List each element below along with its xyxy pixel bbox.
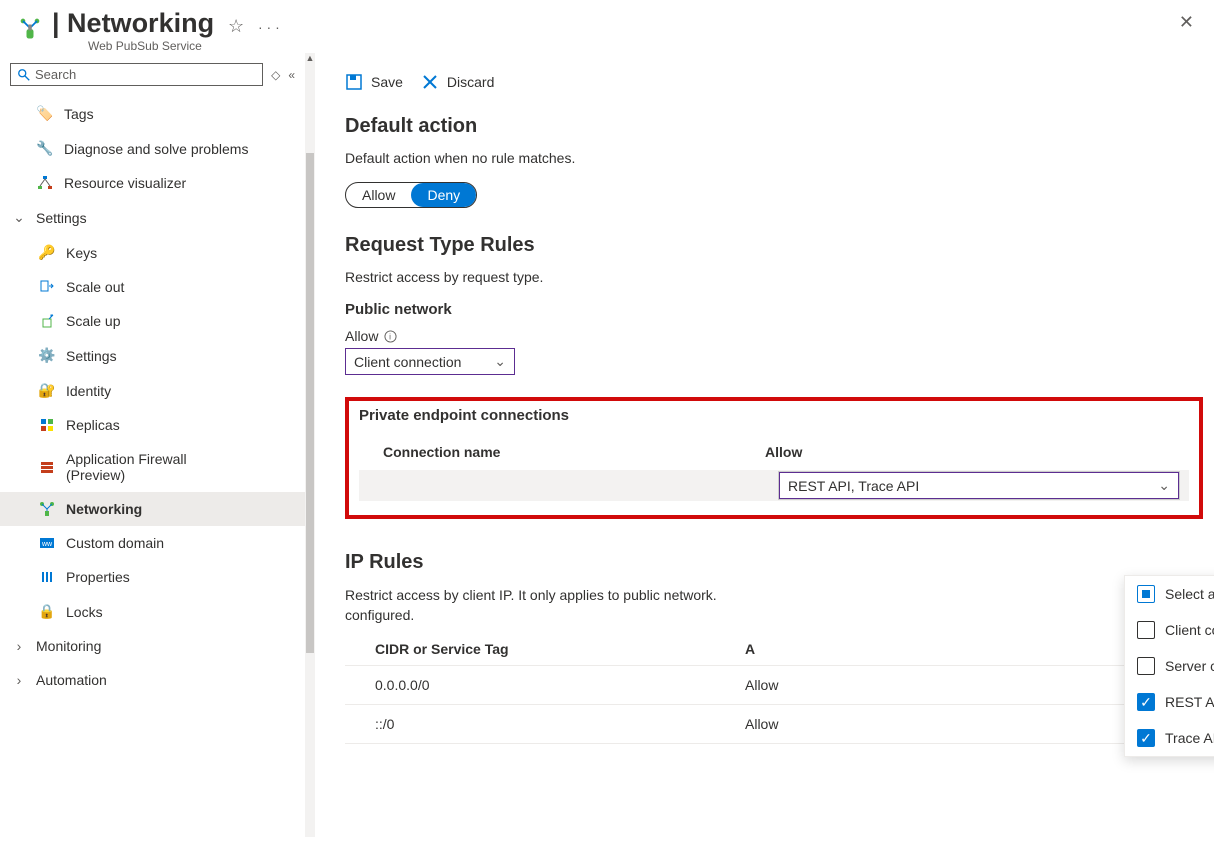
replicas-icon bbox=[38, 418, 56, 432]
discard-button[interactable]: Discard bbox=[421, 73, 494, 91]
chevron-right-icon: › bbox=[12, 672, 26, 688]
chevron-down-icon: ⌄ bbox=[12, 209, 26, 226]
lock-icon: 🔒 bbox=[38, 603, 56, 620]
option-select-all[interactable]: Select all bbox=[1125, 576, 1214, 612]
scale-out-icon bbox=[38, 280, 56, 294]
option-client-connection[interactable]: Client connection bbox=[1125, 612, 1214, 648]
sidebar-group-monitoring[interactable]: › Monitoring bbox=[0, 629, 305, 663]
sidebar-item-tags[interactable]: 🏷️ Tags bbox=[0, 96, 305, 131]
save-button[interactable]: Save bbox=[345, 73, 403, 91]
public-allow-dropdown[interactable]: Client connection ⌄ bbox=[345, 348, 515, 375]
chevron-right-icon: › bbox=[12, 638, 26, 654]
page-title: | Networking bbox=[52, 8, 214, 38]
sidebar-item-custom-domain[interactable]: ww Custom domain bbox=[0, 526, 305, 560]
ip-rules-heading: IP Rules bbox=[345, 551, 1214, 574]
sidebar-item-properties[interactable]: Properties bbox=[0, 560, 305, 594]
discard-icon bbox=[421, 73, 439, 91]
sidebar-item-diagnose[interactable]: 🔧 Diagnose and solve problems bbox=[0, 131, 305, 166]
tag-icon: 🏷️ bbox=[36, 105, 54, 122]
public-network-heading: Public network bbox=[345, 301, 1214, 318]
sidebar-scrollbar[interactable]: ▲ bbox=[305, 53, 315, 837]
svg-text:i: i bbox=[390, 331, 392, 341]
scale-up-icon bbox=[38, 314, 56, 328]
svg-text:ww: ww bbox=[41, 541, 53, 548]
collapse-icon[interactable]: « bbox=[288, 68, 295, 82]
header-more-icon[interactable]: · · · bbox=[258, 19, 280, 35]
firewall-icon bbox=[38, 460, 56, 474]
allow-label: Allow bbox=[345, 328, 378, 344]
col-connection-name: Connection name bbox=[369, 444, 765, 460]
sidebar-item-replicas[interactable]: Replicas bbox=[0, 408, 305, 442]
wrench-icon: 🔧 bbox=[36, 140, 54, 157]
favorite-star-icon[interactable]: ☆ bbox=[228, 16, 244, 36]
default-action-toggle[interactable]: Allow Deny bbox=[345, 182, 477, 208]
option-server-connection[interactable]: Server connection bbox=[1125, 648, 1214, 684]
sidebar-item-scale-up[interactable]: Scale up bbox=[0, 304, 305, 338]
col-action: A bbox=[745, 641, 1185, 657]
expand-icon[interactable]: ◇ bbox=[271, 68, 280, 82]
checkbox-unchecked-icon bbox=[1137, 657, 1155, 675]
col-cidr: CIDR or Service Tag bbox=[345, 641, 745, 657]
private-endpoint-row: REST API, Trace API ⌄ bbox=[359, 470, 1189, 501]
col-allow: Allow bbox=[765, 444, 1179, 460]
search-input[interactable]: Search bbox=[10, 63, 263, 86]
ip-rule-row: 0.0.0.0/0 Allow ··· bbox=[345, 666, 1185, 705]
webpubsub-icon bbox=[16, 14, 44, 42]
request-rules-desc: Restrict access by request type. bbox=[345, 269, 1214, 285]
chevron-down-icon: ⌄ bbox=[1158, 477, 1170, 494]
save-icon bbox=[345, 73, 363, 91]
checkbox-checked-icon: ✓ bbox=[1137, 693, 1155, 711]
identity-icon: 🔐 bbox=[38, 382, 56, 399]
sidebar-item-locks[interactable]: 🔒 Locks bbox=[0, 594, 305, 629]
default-action-desc: Default action when no rule matches. bbox=[345, 150, 1214, 166]
close-button[interactable]: ✕ bbox=[1175, 8, 1198, 37]
private-allow-dropdown[interactable]: REST API, Trace API ⌄ bbox=[779, 472, 1179, 499]
sidebar-item-app-firewall[interactable]: Application Firewall (Preview) bbox=[0, 442, 305, 492]
toggle-deny[interactable]: Deny bbox=[411, 183, 476, 207]
page-subtitle: Web PubSub Service bbox=[88, 39, 1175, 53]
gear-icon: ⚙️ bbox=[38, 347, 56, 364]
sidebar-item-networking[interactable]: Networking bbox=[0, 492, 305, 526]
sidebar-item-keys[interactable]: 🔑 Keys bbox=[0, 235, 305, 270]
sidebar-item-resource-visualizer[interactable]: Resource visualizer bbox=[0, 166, 305, 200]
domain-icon: ww bbox=[38, 538, 56, 548]
ip-rule-row: ::/0 Allow ··· bbox=[345, 705, 1185, 744]
toggle-allow[interactable]: Allow bbox=[346, 183, 411, 207]
checkbox-unchecked-icon bbox=[1137, 621, 1155, 639]
sidebar-item-identity[interactable]: 🔐 Identity bbox=[0, 373, 305, 408]
sidebar-group-settings[interactable]: ⌄ Settings bbox=[0, 200, 305, 235]
networking-icon bbox=[38, 501, 56, 517]
ip-rules-desc: Restrict access by client IP. It only ap… bbox=[345, 586, 1155, 625]
chevron-down-icon: ⌄ bbox=[494, 353, 506, 370]
private-endpoint-heading: Private endpoint connections bbox=[359, 407, 1189, 424]
option-rest-api[interactable]: ✓ REST API bbox=[1125, 684, 1214, 720]
search-icon bbox=[17, 68, 31, 82]
visualizer-icon bbox=[36, 175, 54, 191]
checkbox-checked-icon: ✓ bbox=[1137, 729, 1155, 747]
request-rules-heading: Request Type Rules bbox=[345, 234, 1214, 257]
default-action-heading: Default action bbox=[345, 115, 1214, 138]
properties-icon bbox=[38, 570, 56, 584]
private-endpoint-highlight: Private endpoint connections Connection … bbox=[345, 397, 1203, 519]
option-trace-api[interactable]: ✓ Trace API bbox=[1125, 720, 1214, 756]
key-icon: 🔑 bbox=[38, 244, 56, 261]
checkbox-indeterminate-icon bbox=[1137, 585, 1155, 603]
sidebar: Search ◇ « 🏷️ Tags 🔧 Diagnose and solve … bbox=[0, 53, 305, 837]
sidebar-item-settings-sub[interactable]: ⚙️ Settings bbox=[0, 338, 305, 373]
sidebar-group-automation[interactable]: › Automation bbox=[0, 663, 305, 697]
sidebar-item-scale-out[interactable]: Scale out bbox=[0, 270, 305, 304]
info-icon[interactable]: i bbox=[384, 330, 397, 343]
allow-dropdown-list: Select all Client connection Server conn… bbox=[1124, 575, 1214, 757]
